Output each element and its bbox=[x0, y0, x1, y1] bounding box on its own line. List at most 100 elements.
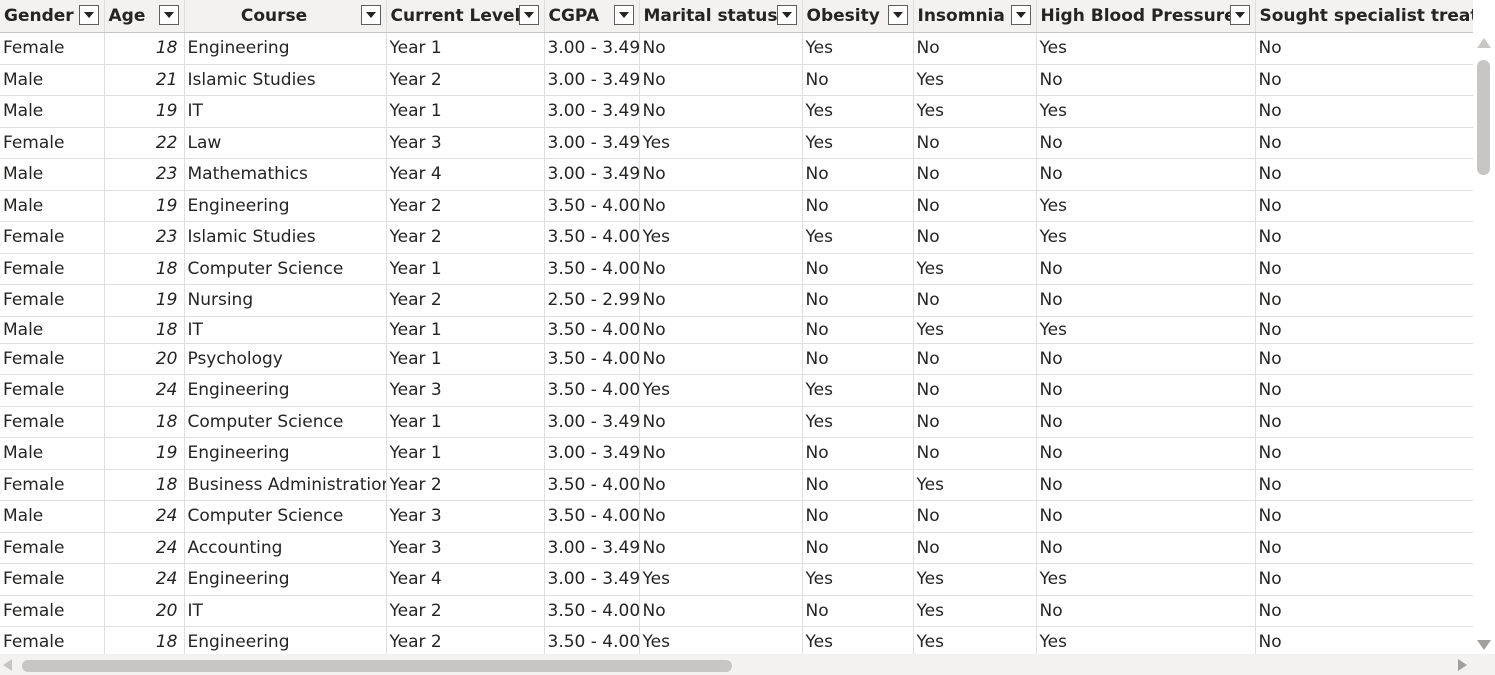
filter-dropdown-insomnia[interactable] bbox=[1010, 5, 1031, 25]
cell-level: Year 4 bbox=[386, 563, 545, 596]
filter-dropdown-obesity[interactable] bbox=[887, 5, 908, 25]
cell-course: Engineering bbox=[184, 32, 387, 65]
cell-marital: No bbox=[639, 343, 803, 375]
cell-bp: Yes bbox=[1036, 626, 1256, 654]
cell-cgpa: 3.00 - 3.49 bbox=[544, 563, 640, 596]
scroll-up-arrow-icon[interactable] bbox=[1477, 38, 1491, 48]
column-header-high-blood-pressure[interactable]: High Blood Pressure bbox=[1036, 0, 1256, 33]
table-row[interactable]: Male 19 IT Year 1 3.00 - 3.49 No Yes Yes Yes No bbox=[0, 95, 1473, 128]
cell-marital: No bbox=[639, 32, 803, 65]
vertical-scroll-thumb[interactable] bbox=[1477, 60, 1490, 175]
column-header-course[interactable]: Course bbox=[184, 0, 387, 33]
cell-age: 22 bbox=[104, 127, 185, 159]
table-row[interactable]: Female 18 Business Administration Year 2 3.5… bbox=[0, 469, 1473, 501]
cell-age: 19 bbox=[104, 437, 185, 470]
table-row[interactable]: Female 20 Psychology Year 1 3.50 - 4.00 No No N… bbox=[0, 343, 1473, 375]
cell-age: 18 bbox=[104, 626, 185, 654]
cell-bp: No bbox=[1036, 469, 1256, 501]
cell-bp: No bbox=[1036, 64, 1256, 96]
cell-marital: No bbox=[639, 437, 803, 470]
scroll-down-arrow-icon[interactable] bbox=[1477, 640, 1491, 650]
cell-course: Islamic Studies bbox=[184, 64, 387, 96]
table-row[interactable]: Male 23 Mathemathics Year 4 3.00 - 3.49 No No N… bbox=[0, 158, 1473, 191]
scroll-left-arrow-icon[interactable] bbox=[3, 659, 12, 671]
cell-level: Year 2 bbox=[386, 595, 545, 627]
vertical-scrollbar[interactable] bbox=[1473, 34, 1495, 654]
cell-specialist: No bbox=[1255, 221, 1473, 254]
cell-specialist: No bbox=[1255, 626, 1473, 654]
cell-specialist: No bbox=[1255, 127, 1473, 159]
scroll-right-arrow-icon[interactable] bbox=[1458, 659, 1467, 671]
filter-dropdown-course[interactable] bbox=[360, 5, 381, 25]
cell-gender: Male bbox=[0, 316, 105, 344]
cell-marital: No bbox=[639, 500, 803, 533]
column-header-age[interactable]: Age bbox=[104, 0, 185, 33]
cell-age: 24 bbox=[104, 374, 185, 407]
table-row[interactable]: Female 18 Engineering Year 1 3.00 - 3.49 No Ye… bbox=[0, 32, 1473, 65]
cell-gender: Female bbox=[0, 127, 105, 159]
cell-obesity: Yes bbox=[802, 626, 914, 654]
cell-gender: Male bbox=[0, 190, 105, 222]
column-header-current-level[interactable]: Current Level bbox=[386, 0, 545, 33]
cell-course: Accounting bbox=[184, 532, 387, 564]
cell-insomnia: Yes bbox=[913, 253, 1037, 285]
column-header-marital-status[interactable]: Marital status bbox=[639, 0, 803, 33]
table-row[interactable]: Male 19 Engineering Year 1 3.00 - 3.49 No No No… bbox=[0, 437, 1473, 470]
table-row[interactable]: Female 24 Engineering Year 3 3.50 - 4.00 Yes Y… bbox=[0, 374, 1473, 407]
cell-gender: Female bbox=[0, 469, 105, 501]
cell-specialist: No bbox=[1255, 253, 1473, 285]
cell-specialist: No bbox=[1255, 343, 1473, 375]
horizontal-scrollbar[interactable] bbox=[0, 654, 1473, 675]
filter-dropdown-high-blood-pressure[interactable] bbox=[1229, 5, 1250, 25]
cell-level: Year 1 bbox=[386, 32, 545, 65]
column-header-cgpa[interactable]: CGPA bbox=[544, 0, 640, 33]
table-row[interactable]: Male 21 Islamic Studies Year 2 3.00 - 3.49 No… bbox=[0, 64, 1473, 96]
column-label: Obesity bbox=[806, 6, 880, 26]
table-row[interactable]: Female 24 Engineering Year 4 3.00 - 3.49 Yes Y… bbox=[0, 563, 1473, 596]
cell-marital: No bbox=[639, 469, 803, 501]
cell-level: Year 2 bbox=[386, 469, 545, 501]
table-row[interactable]: Male 24 Computer Science Year 3 3.50 - 4.00 N… bbox=[0, 500, 1473, 533]
filter-dropdown-cgpa[interactable] bbox=[613, 5, 634, 25]
table-row[interactable]: Female 24 Accounting Year 3 3.00 - 3.49 No No N… bbox=[0, 532, 1473, 564]
cell-age: 18 bbox=[104, 32, 185, 65]
cell-age: 24 bbox=[104, 500, 185, 533]
horizontal-scroll-thumb[interactable] bbox=[22, 660, 732, 672]
table-row[interactable]: Female 18 Computer Science Year 1 3.00 - 3.4… bbox=[0, 406, 1473, 438]
filter-dropdown-marital-status[interactable] bbox=[776, 5, 797, 25]
table-row[interactable]: Female 22 Law Year 3 3.00 - 3.49 Yes Yes No No No bbox=[0, 127, 1473, 159]
column-header-obesity[interactable]: Obesity bbox=[802, 0, 914, 33]
column-header-gender[interactable]: Gender bbox=[0, 0, 105, 33]
cell-age: 18 bbox=[104, 469, 185, 501]
column-header-sought-specialist-treatment[interactable]: Sought specialist treatment bbox=[1255, 0, 1473, 33]
cell-cgpa: 3.00 - 3.49 bbox=[544, 406, 640, 438]
cell-specialist: No bbox=[1255, 406, 1473, 438]
cell-specialist: No bbox=[1255, 374, 1473, 407]
cell-specialist: No bbox=[1255, 95, 1473, 128]
table-row[interactable]: Female 19 Nursing Year 2 2.50 - 2.99 No No No No… bbox=[0, 284, 1473, 317]
filter-dropdown-age[interactable] bbox=[158, 5, 179, 25]
table-row[interactable]: Male 19 Engineering Year 2 3.50 - 4.00 No No No… bbox=[0, 190, 1473, 222]
cell-course: Engineering bbox=[184, 190, 387, 222]
data-grid: Gender Age Course Current Level CGPA Mar… bbox=[0, 0, 1473, 654]
table-row[interactable]: Female 18 Computer Science Year 1 3.50 - 4.0… bbox=[0, 253, 1473, 285]
cell-gender: Female bbox=[0, 374, 105, 407]
cell-bp: Yes bbox=[1036, 563, 1256, 596]
cell-cgpa: 3.50 - 4.00 bbox=[544, 190, 640, 222]
column-header-insomnia[interactable]: Insomnia bbox=[913, 0, 1037, 33]
cell-obesity: Yes bbox=[802, 221, 914, 254]
column-label: High Blood Pressure bbox=[1040, 6, 1236, 26]
cell-age: 23 bbox=[104, 158, 185, 191]
cell-bp: Yes bbox=[1036, 221, 1256, 254]
table-row[interactable]: Female 23 Islamic Studies Year 2 3.50 - 4.00… bbox=[0, 221, 1473, 254]
filter-dropdown-gender[interactable] bbox=[78, 5, 99, 25]
cell-marital: No bbox=[639, 406, 803, 438]
cell-course: IT bbox=[184, 95, 387, 128]
table-row[interactable]: Female 20 IT Year 2 3.50 - 4.00 No No Yes No No bbox=[0, 595, 1473, 627]
table-row[interactable]: Female 18 Engineering Year 2 3.50 - 4.00 Yes Y… bbox=[0, 626, 1473, 654]
cell-level: Year 1 bbox=[386, 437, 545, 470]
table-row[interactable]: Male 18 IT Year 1 3.50 - 4.00 No No Yes Yes No bbox=[0, 316, 1473, 344]
filter-dropdown-current-level[interactable] bbox=[518, 5, 539, 25]
cell-obesity: No bbox=[802, 343, 914, 375]
cell-course: Computer Science bbox=[184, 253, 387, 285]
